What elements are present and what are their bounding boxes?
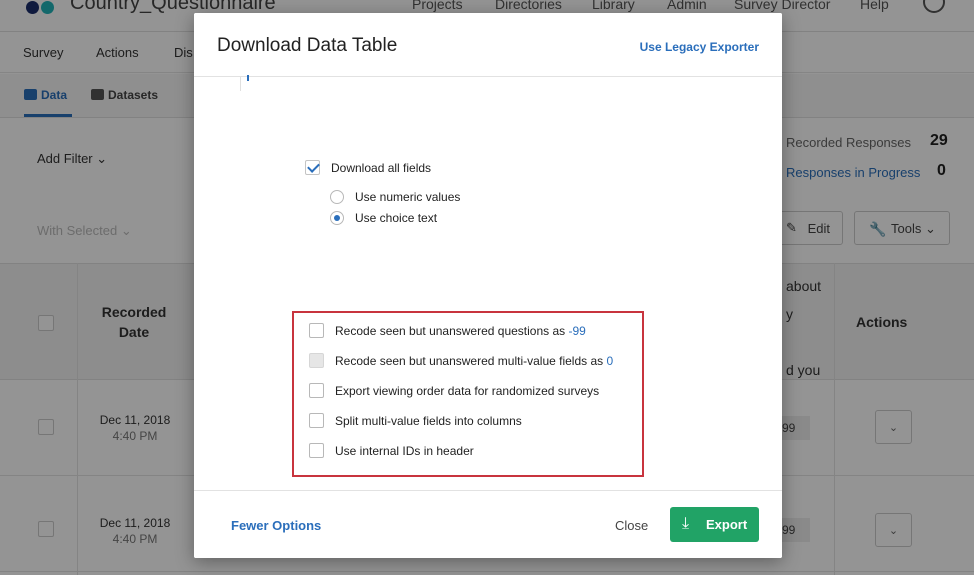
- recode-unanswered-questions-checkbox[interactable]: [309, 323, 324, 338]
- split-multivalue-checkbox[interactable]: [309, 413, 324, 428]
- recode-unanswered-multivalue-checkbox[interactable]: [309, 353, 324, 368]
- format-selector-divider: [240, 77, 241, 91]
- recode-unanswered-multivalue-label[interactable]: Recode seen but unanswered multi-value f…: [335, 354, 613, 368]
- use-choice-text-label[interactable]: Use choice text: [355, 211, 437, 225]
- download-data-table-dialog: Download Data Table Use Legacy Exporter …: [194, 13, 782, 558]
- dialog-header: Download Data Table Use Legacy Exporter: [194, 13, 782, 77]
- export-button[interactable]: ⤓ Export: [670, 507, 759, 542]
- close-button[interactable]: Close: [615, 518, 648, 533]
- download-icon: ⤓: [682, 515, 690, 532]
- fewer-options-link[interactable]: Fewer Options: [231, 518, 321, 533]
- use-choice-text-radio[interactable]: [330, 211, 344, 225]
- export-viewing-order-label[interactable]: Export viewing order data for randomized…: [335, 384, 599, 398]
- use-internal-ids-label[interactable]: Use internal IDs in header: [335, 444, 474, 458]
- use-legacy-exporter-link[interactable]: Use Legacy Exporter: [640, 40, 759, 54]
- format-selector-indicator: [247, 75, 249, 81]
- dialog-title: Download Data Table: [217, 35, 398, 56]
- dialog-footer: Fewer Options Close ⤓ Export: [194, 490, 782, 558]
- recode-questions-value-link[interactable]: -99: [569, 324, 586, 338]
- use-numeric-values-radio[interactable]: [330, 190, 344, 204]
- recode-multivalue-value-link[interactable]: 0: [607, 354, 614, 368]
- recode-unanswered-questions-label[interactable]: Recode seen but unanswered questions as …: [335, 324, 586, 338]
- split-multivalue-label[interactable]: Split multi-value fields into columns: [335, 414, 522, 428]
- download-all-fields-label[interactable]: Download all fields: [331, 161, 431, 175]
- download-all-fields-checkbox[interactable]: [305, 160, 320, 175]
- export-viewing-order-checkbox[interactable]: [309, 383, 324, 398]
- use-internal-ids-checkbox[interactable]: [309, 443, 324, 458]
- use-numeric-values-label[interactable]: Use numeric values: [355, 190, 460, 204]
